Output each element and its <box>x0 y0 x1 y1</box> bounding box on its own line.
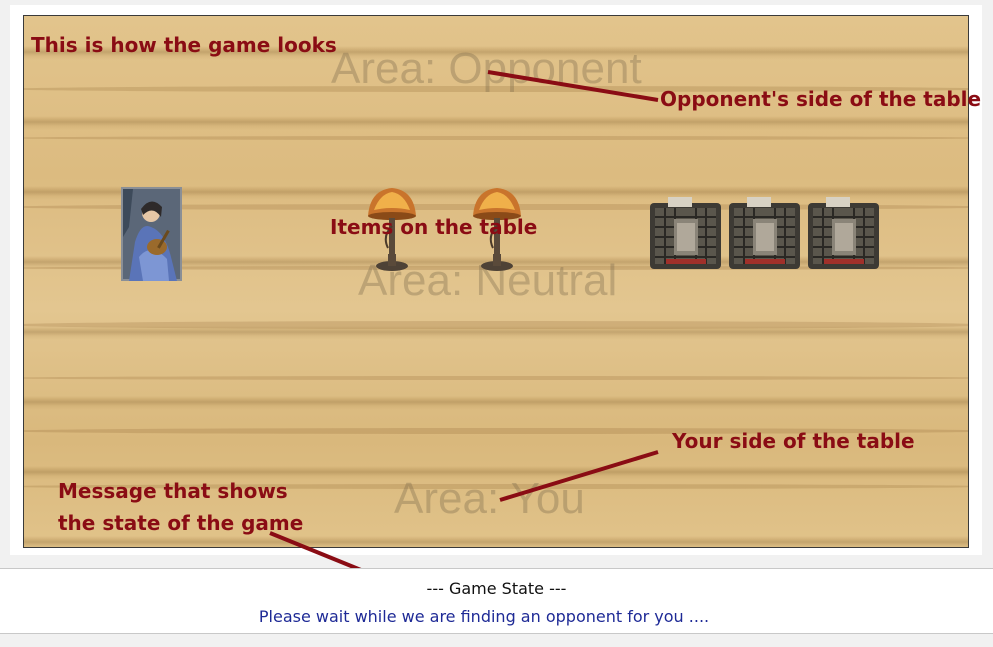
crate-icon <box>650 197 721 269</box>
painting-card-icon <box>121 187 182 281</box>
annotation-how-it-looks: This is how the game looks <box>31 33 337 57</box>
crate[interactable] <box>729 197 800 269</box>
annotation-opponent-side: Opponent's side of the table <box>660 87 982 111</box>
annotation-your-side: Your side of the table <box>672 429 915 453</box>
wood-grain <box>24 321 968 329</box>
crate-icon <box>808 197 879 269</box>
crate[interactable] <box>808 197 879 269</box>
annotation-items-on-table: Items on the table <box>330 215 538 239</box>
painting-card[interactable] <box>121 187 182 281</box>
wood-grain <box>24 136 968 140</box>
area-opponent-label: Area: Opponent <box>331 44 642 93</box>
area-you-label: Area: You <box>394 474 585 523</box>
game-state-title: --- Game State --- <box>426 579 567 598</box>
game-state-footer: --- Game State --- Please wait while we … <box>0 568 993 634</box>
game-state-message: Please wait while we are finding an oppo… <box>258 607 710 626</box>
crate-icon <box>729 197 800 269</box>
annotation-message-state: Message that shows the state of the game <box>58 479 304 535</box>
wood-grain <box>24 376 968 380</box>
crate[interactable] <box>650 197 721 269</box>
